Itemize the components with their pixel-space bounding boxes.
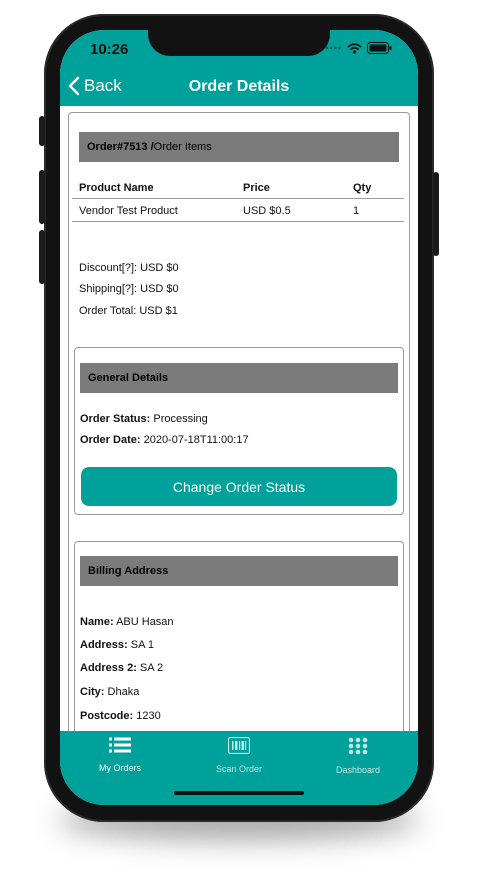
item-qty: 1 xyxy=(353,205,360,217)
billing-name-row: Name: ABU Hasan xyxy=(80,616,174,628)
order-status-label: Order Status: xyxy=(80,413,151,425)
billing-city-label: City: xyxy=(80,686,105,698)
order-items-header: Order#7513 / Order Items xyxy=(79,132,399,162)
billing-address2-row: Address 2: SA 2 xyxy=(80,662,163,674)
change-order-status-button[interactable]: Change Order Status xyxy=(81,467,397,506)
status-icons: •••• xyxy=(325,42,392,54)
billing-address-header: Billing Address xyxy=(80,556,398,586)
order-items-title: Order Items xyxy=(153,141,212,153)
item-price: USD $0.5 xyxy=(243,205,291,217)
signal-icon: •••• xyxy=(325,43,342,53)
general-details-header: General Details xyxy=(80,363,398,393)
tab-dashboard-label: Dashboard xyxy=(335,765,381,775)
order-total-text: Order Total: USD $1 xyxy=(79,305,178,317)
billing-name-value: ABU Hasan xyxy=(113,616,174,628)
billing-address-label: Address: xyxy=(80,639,128,651)
shipping-text: Shipping[?]: USD $0 xyxy=(79,283,179,295)
table-divider xyxy=(72,198,404,199)
barcode-icon xyxy=(227,736,251,755)
tab-my-orders[interactable]: My Orders xyxy=(60,737,180,773)
top-bar: 10:26 •••• Back Order Details xyxy=(60,30,418,106)
page-title: Order Details xyxy=(188,78,290,95)
order-date-row: Order Date: 2020-07-18T11:00:17 xyxy=(80,434,249,446)
mute-switch xyxy=(39,116,45,146)
order-content[interactable]: Order#7513 / Order Items Product Name Pr… xyxy=(60,106,418,731)
status-time: 10:26 xyxy=(90,41,129,58)
billing-address-row: Address: SA 1 xyxy=(80,639,154,651)
column-product-name: Product Name xyxy=(79,182,154,194)
billing-address-value: SA 1 xyxy=(127,639,154,651)
order-status-row: Order Status: Processing xyxy=(80,413,208,425)
column-qty: Qty xyxy=(353,182,372,194)
notch xyxy=(148,30,330,56)
tab-scan-order-label: Scan Order xyxy=(215,764,263,774)
billing-postcode-row: Postcode: 1230 xyxy=(80,710,161,722)
table-divider xyxy=(72,221,404,222)
tab-my-orders-label: My Orders xyxy=(98,763,141,773)
tab-dashboard[interactable]: Dashboard xyxy=(298,737,418,775)
billing-name-label: Name: xyxy=(80,616,114,628)
billing-city-value: Dhaka xyxy=(104,686,140,698)
order-date-label: Order Date: xyxy=(80,434,141,446)
wifi-icon xyxy=(347,42,362,54)
column-price: Price xyxy=(243,182,270,194)
power-button xyxy=(433,172,439,256)
grid-icon xyxy=(348,737,368,755)
billing-address2-value: SA 2 xyxy=(136,662,164,674)
order-status-value: Processing xyxy=(150,413,208,425)
billing-postcode-label: Postcode: xyxy=(80,710,134,722)
item-product: Vendor Test Product xyxy=(79,205,178,217)
tab-scan-order[interactable]: Scan Order xyxy=(179,736,299,774)
billing-postcode-value: 1230 xyxy=(133,710,161,722)
app-screen: 10:26 •••• Back Order Details Order#7513… xyxy=(60,30,418,805)
billing-address2-label: Address 2: xyxy=(80,662,137,674)
order-number: Order#7513 / xyxy=(87,141,154,153)
order-date-value: 2020-07-18T11:00:17 xyxy=(140,434,249,446)
volume-up-button xyxy=(39,170,45,224)
volume-down-button xyxy=(39,230,45,284)
list-icon xyxy=(109,737,131,753)
battery-icon xyxy=(367,42,392,54)
home-indicator[interactable] xyxy=(174,791,304,795)
discount-text: Discount[?]: USD $0 xyxy=(79,262,179,274)
billing-city-row: City: Dhaka xyxy=(80,686,139,698)
